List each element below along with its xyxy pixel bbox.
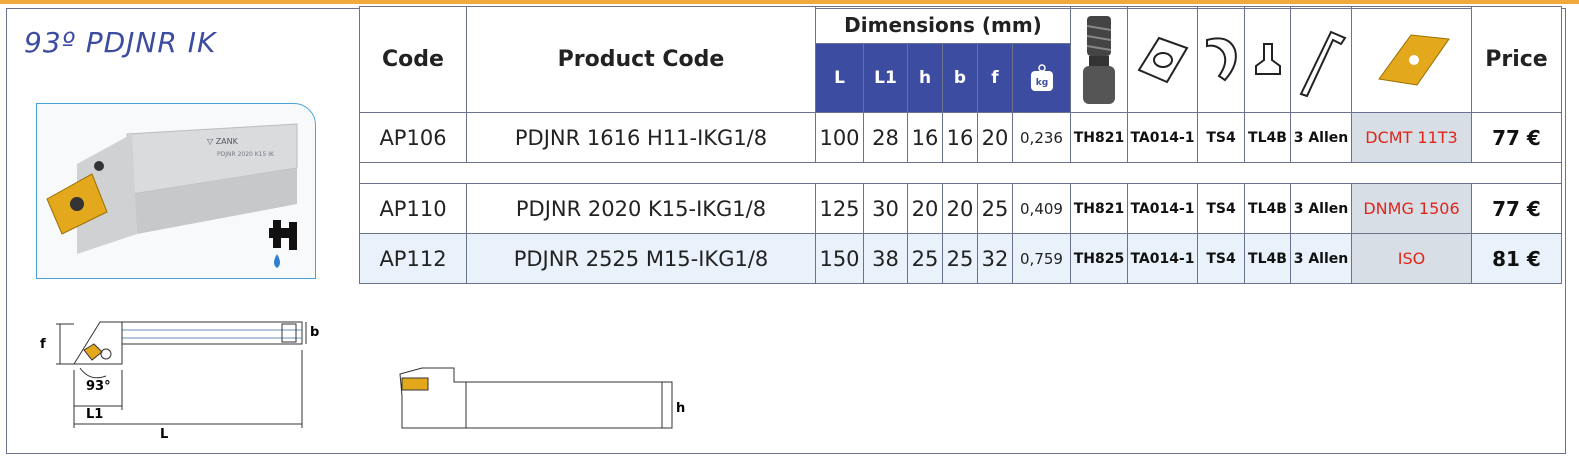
- weight-icon: kg: [1030, 64, 1053, 91]
- row-code: AP110: [359, 183, 467, 234]
- table-row: AP110 PDJNR 2020 K15-IKG1/8 125 30 20 20…: [359, 183, 1562, 234]
- row-screw: TH825: [1070, 233, 1128, 284]
- row-clamp: TS4: [1197, 112, 1245, 163]
- row-L1: 28: [863, 112, 908, 163]
- dim-label-angle: 93°: [86, 379, 111, 394]
- dim-label-h: h: [676, 401, 685, 416]
- clamp-icon: [1206, 36, 1237, 81]
- svg-text:PDJNR 2020 K15 IK: PDJNR 2020 K15 IK: [217, 151, 275, 158]
- header-clamp: [1197, 6, 1245, 113]
- row-h: 20: [907, 183, 943, 234]
- row-key: 3 Allen: [1290, 183, 1352, 234]
- row-code: AP112: [359, 233, 467, 284]
- row-shim: TA014-1: [1127, 112, 1198, 163]
- row-L: 150: [815, 233, 864, 284]
- top-view-drawing: f b 93° L1 L: [40, 321, 319, 442]
- header-allen-key: [1290, 6, 1352, 113]
- product-title: 93º PDJNR IK: [24, 26, 217, 59]
- header-price: Price: [1471, 6, 1562, 113]
- row-weight: 0,236: [1012, 112, 1071, 163]
- row-L: 100: [815, 112, 864, 163]
- header-dim-b: b: [942, 43, 978, 113]
- header-screw: [1070, 6, 1128, 113]
- screw-icon: [1083, 15, 1115, 104]
- row-screw: TH821: [1070, 112, 1128, 163]
- svg-text:▽ ZANK: ▽ ZANK: [207, 137, 239, 146]
- dim-label-L1: L1: [86, 407, 103, 422]
- row-screw: TH821: [1070, 183, 1128, 234]
- shim-icon: [1137, 36, 1188, 83]
- row-lever: TL4B: [1244, 233, 1291, 284]
- row-clamp: TS4: [1197, 233, 1245, 284]
- header-dimensions: Dimensions (mm): [815, 6, 1071, 44]
- top-accent-bar: [0, 0, 1579, 4]
- row-f: 20: [977, 112, 1013, 163]
- row-f: 25: [977, 183, 1013, 234]
- row-code: AP106: [359, 112, 467, 163]
- allen-key-icon: [1299, 30, 1347, 97]
- header-dim-L: L: [815, 43, 864, 113]
- header-dim-f: f: [977, 43, 1013, 113]
- row-b: 16: [942, 112, 978, 163]
- table-row: AP106 PDJNR 1616 H11-IKG1/8 100 28 16 16…: [359, 112, 1562, 163]
- dim-label-b: b: [310, 325, 319, 340]
- lever-icon: [1254, 42, 1281, 75]
- product-photo: ▽ ZANK PDJNR 2020 K15 IK: [36, 103, 316, 279]
- table-row: AP112 PDJNR 2525 M15-IKG1/8 150 38 25 25…: [359, 233, 1562, 284]
- header-weight: kg: [1012, 43, 1071, 113]
- header-dim-h: h: [907, 43, 943, 113]
- svg-text:kg: kg: [1035, 78, 1047, 88]
- insert-icon: [1377, 33, 1450, 86]
- row-spacer: [359, 162, 1562, 184]
- row-L: 125: [815, 183, 864, 234]
- product-table: Code Product Code Dimensions (mm) Price …: [359, 6, 1562, 284]
- row-price: 77 €: [1471, 112, 1562, 163]
- row-lever: TL4B: [1244, 112, 1291, 163]
- header-lever: [1244, 6, 1291, 113]
- row-key: 3 Allen: [1290, 112, 1352, 163]
- row-product-code: PDJNR 2020 K15-IKG1/8: [466, 183, 816, 234]
- row-weight: 0,759: [1012, 233, 1071, 284]
- row-product-code: PDJNR 1616 H11-IKG1/8: [466, 112, 816, 163]
- coolant-tap-icon: [269, 220, 297, 268]
- row-b: 20: [942, 183, 978, 234]
- row-insert[interactable]: DCMT 11T3: [1351, 112, 1472, 163]
- row-f: 32: [977, 233, 1013, 284]
- header-product-code: Product Code: [466, 6, 816, 113]
- row-price: 81 €: [1471, 233, 1562, 284]
- row-product-code: PDJNR 2525 M15-IKG1/8: [466, 233, 816, 284]
- row-L1: 38: [863, 233, 908, 284]
- dim-label-f: f: [40, 337, 46, 352]
- row-h: 16: [907, 112, 943, 163]
- row-b: 25: [942, 233, 978, 284]
- row-insert[interactable]: ISO: [1351, 233, 1472, 284]
- row-insert[interactable]: DNMG 1506: [1351, 183, 1472, 234]
- row-shim: TA014-1: [1127, 233, 1198, 284]
- row-weight: 0,409: [1012, 183, 1071, 234]
- row-clamp: TS4: [1197, 183, 1245, 234]
- row-key: 3 Allen: [1290, 233, 1352, 284]
- row-L1: 30: [863, 183, 908, 234]
- row-h: 25: [907, 233, 943, 284]
- row-shim: TA014-1: [1127, 183, 1198, 234]
- header-code: Code: [359, 6, 467, 113]
- header-insert: [1351, 6, 1472, 113]
- dim-label-L: L: [160, 427, 168, 442]
- header-dim-L1: L1: [863, 43, 908, 113]
- side-view-drawing: h: [399, 367, 685, 429]
- row-price: 77 €: [1471, 183, 1562, 234]
- header-shim: [1127, 6, 1198, 113]
- row-lever: TL4B: [1244, 183, 1291, 234]
